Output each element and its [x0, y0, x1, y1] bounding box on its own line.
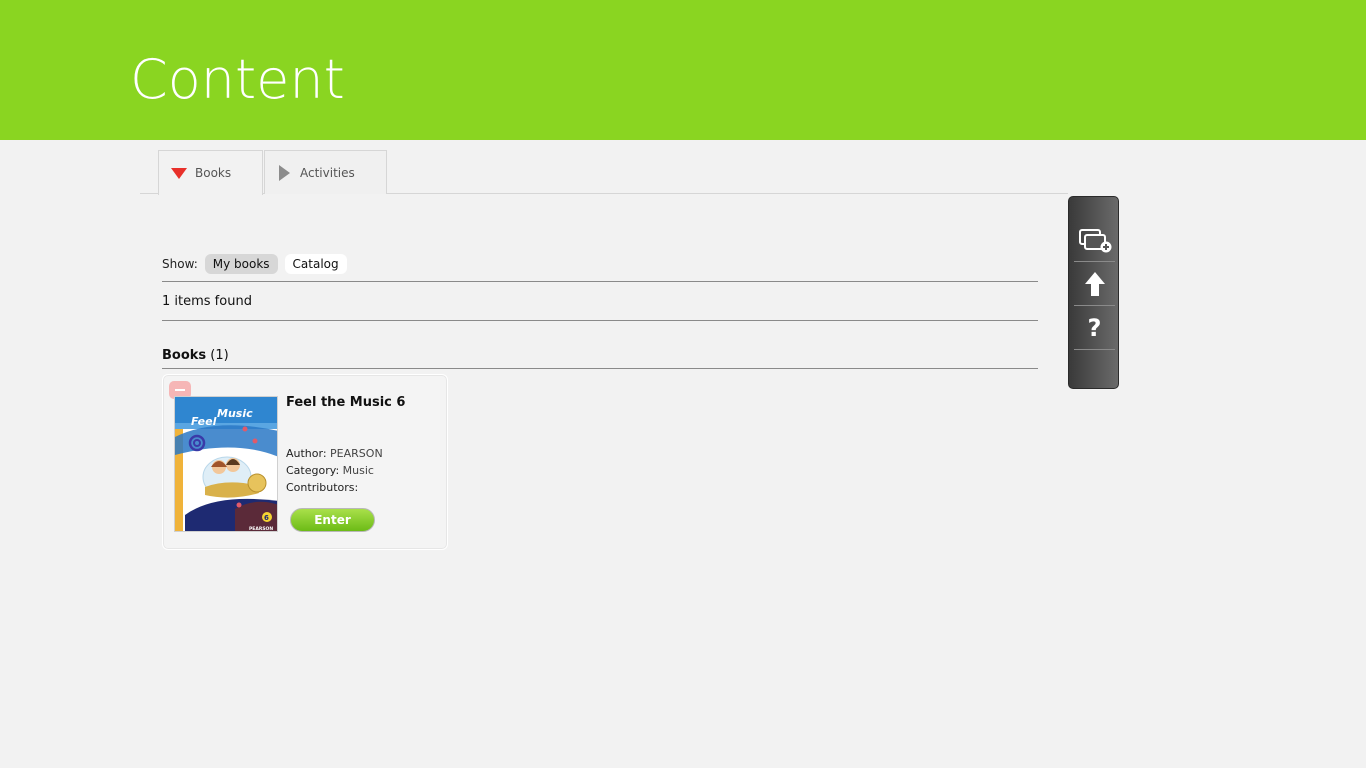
author-label: Author:: [286, 447, 327, 460]
book-title: Feel the Music 6: [286, 395, 406, 410]
book-cover-illustration: Feel Music 6 PEARSON: [175, 397, 277, 532]
tab-books[interactable]: Books: [158, 150, 263, 195]
contributors-label: Contributors:: [286, 481, 359, 494]
category-value: Music: [342, 464, 374, 477]
tab-bar: Books Activities: [140, 150, 1068, 195]
add-windows-icon: [1078, 228, 1111, 252]
upload-button[interactable]: [1074, 262, 1115, 306]
show-label: Show:: [162, 257, 198, 271]
tab-activities[interactable]: Activities: [264, 150, 387, 194]
expanded-triangle-icon: [171, 167, 187, 179]
help-button[interactable]: ?: [1074, 306, 1115, 350]
section-title: Books: [162, 348, 207, 363]
filter-row: Show: My books Catalog: [162, 254, 1038, 282]
book-card: Feel Music 6 PEARSON Feel the Music 6 Au…: [162, 374, 448, 550]
book-contributors: Contributors:: [286, 481, 358, 494]
results-count: 1 items found: [162, 282, 1038, 321]
add-window-button[interactable]: [1074, 218, 1115, 262]
enter-button[interactable]: Enter: [290, 508, 375, 532]
tab-activities-label: Activities: [300, 165, 355, 180]
collapsed-triangle-icon: [279, 164, 290, 181]
filter-my-books-button[interactable]: My books: [204, 254, 278, 274]
books-section-heading: Books (1): [162, 346, 1038, 369]
book-author: Author: PEARSON: [286, 447, 383, 460]
tab-books-label: Books: [195, 166, 232, 180]
filter-catalog-button[interactable]: Catalog: [284, 254, 347, 274]
book-cover-image[interactable]: Feel Music 6 PEARSON: [174, 396, 278, 532]
svg-text:Music: Music: [217, 407, 253, 420]
upload-arrow-icon: [1084, 271, 1105, 296]
book-category: Category: Music: [286, 464, 374, 477]
app-header: Content: [0, 0, 1366, 140]
svg-text:PEARSON: PEARSON: [249, 526, 273, 532]
svg-text:6: 6: [264, 514, 269, 522]
section-count: (1): [210, 348, 229, 363]
category-label: Category:: [286, 464, 340, 477]
author-value: PEARSON: [330, 447, 383, 460]
side-toolbar: ?: [1068, 196, 1119, 389]
page-title: Content: [130, 48, 345, 111]
help-icon: ?: [1087, 313, 1102, 342]
minus-icon: [175, 389, 185, 391]
svg-text:Feel: Feel: [191, 415, 217, 428]
